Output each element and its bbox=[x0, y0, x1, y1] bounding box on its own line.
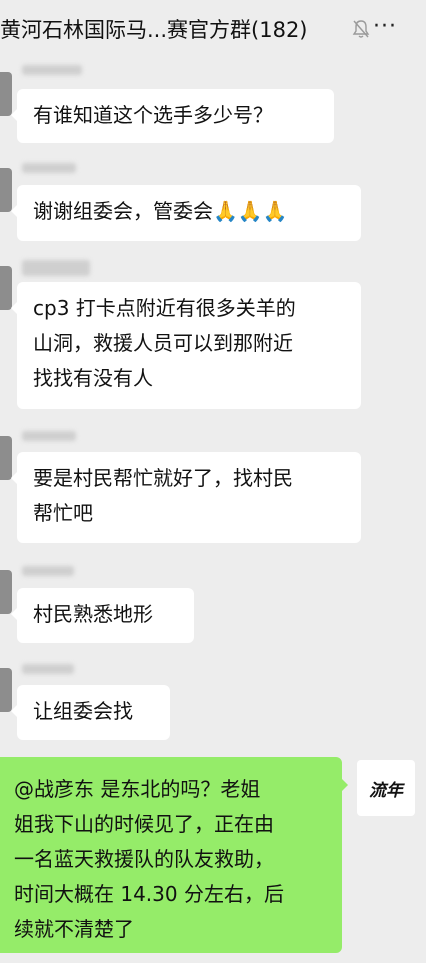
message-text: 有谁知道这个选手多少号？ bbox=[33, 103, 273, 127]
message-line: 续就不清楚了 bbox=[14, 917, 134, 941]
message-line: 找找有没有人 bbox=[33, 366, 153, 390]
message-line: 时间大概在 14.30 分左右，后 bbox=[14, 882, 284, 906]
more-icon[interactable]: ··· bbox=[373, 14, 397, 39]
message-text: 谢谢组委会，管委会🙏🙏🙏 bbox=[33, 199, 288, 223]
message-text: 让组委会找 bbox=[33, 699, 133, 723]
message-bubble[interactable]: 有谁知道这个选手多少号？ bbox=[11, 89, 334, 143]
message-bubble[interactable]: cp3 打卡点附近有很多关羊的 山洞，救援人员可以到那附近 找找有没有人 bbox=[11, 282, 361, 409]
sender-name bbox=[22, 163, 76, 173]
message-bubble[interactable]: 村民熟悉地形 bbox=[11, 588, 194, 643]
chat-header: 黄河石林国际马...赛官方群(182) ··· bbox=[0, 0, 426, 58]
message-line: 姐我下山的时候见了，正在由 bbox=[14, 812, 274, 836]
message-bubble[interactable]: 要是村民帮忙就好了，找村民 帮忙吧 bbox=[11, 452, 361, 543]
message-text: 村民熟悉地形 bbox=[33, 602, 153, 626]
message-bubble[interactable]: 谢谢组委会，管委会🙏🙏🙏 bbox=[11, 185, 361, 241]
bell-muted-icon[interactable] bbox=[352, 19, 370, 39]
chat-title: 黄河石林国际马...赛官方群(182) bbox=[0, 18, 308, 42]
sender-name bbox=[22, 566, 74, 576]
message-bubble[interactable]: 让组委会找 bbox=[11, 685, 170, 740]
message-line: @战彦东 是东北的吗？老姐 bbox=[14, 777, 261, 801]
sender-name bbox=[22, 65, 82, 75]
message-line: cp3 打卡点附近有很多关羊的 bbox=[33, 296, 296, 320]
sender-name bbox=[22, 260, 90, 276]
message-line: 要是村民帮忙就好了，找村民 bbox=[33, 466, 293, 490]
self-avatar[interactable]: 流年 bbox=[357, 760, 415, 816]
message-line: 帮忙吧 bbox=[33, 501, 93, 525]
message-bubble-self[interactable]: @战彦东 是东北的吗？老姐 姐我下山的时候见了，正在由 一名蓝天救援队的队友救助… bbox=[0, 757, 348, 953]
sender-name bbox=[22, 431, 76, 441]
sender-name bbox=[22, 664, 74, 674]
message-line: 一名蓝天救援队的队友救助， bbox=[14, 847, 274, 871]
avatar-text: 流年 bbox=[369, 780, 403, 801]
message-line: 山洞，救援人员可以到那附近 bbox=[33, 331, 293, 355]
